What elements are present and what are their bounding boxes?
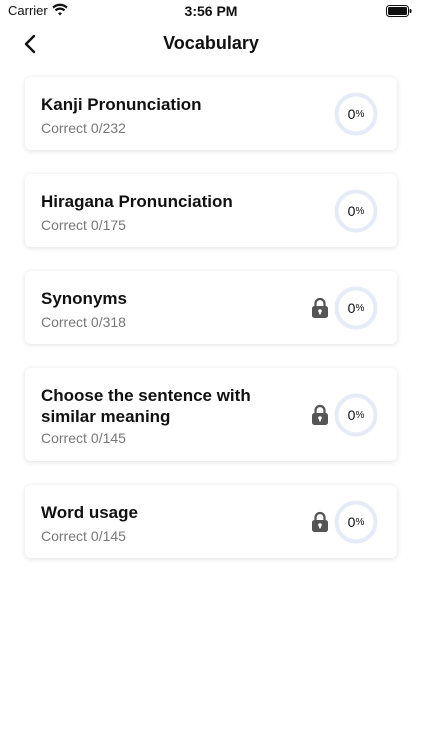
correct-count: Correct 0/145 [41,528,126,544]
battery-icon [386,5,412,17]
progress-ring: 0% [334,189,378,233]
correct-label: Correct [41,217,87,233]
progress-percent: 0% [334,189,378,233]
card-kanji-pronunciation[interactable]: Kanji Pronunciation Correct 0/232 0% [25,77,397,150]
correct-label: Correct [41,430,87,446]
correct-label: Correct [41,528,87,544]
card-similar-meaning[interactable]: Choose the sentence with similar meaning… [25,368,397,461]
correct-count: Correct 0/145 [41,430,126,446]
progress-ring: 0% [334,393,378,437]
card-title: Word usage [41,503,138,522]
card-synonyms[interactable]: Synonyms Correct 0/318 0% [25,271,397,344]
status-bar: Carrier 3:56 PM [0,0,422,24]
progress-value: 0 [347,406,356,423]
progress-ring: 0% [334,92,378,136]
card-title: Choose the sentence with similar meaning [41,386,251,426]
correct-count-value: 0/232 [90,120,126,136]
percent-sign: % [355,410,365,421]
progress-ring: 0% [334,500,378,544]
progress-value: 0 [347,105,356,122]
progress-percent: 0% [334,92,378,136]
status-time: 3:56 PM [184,3,238,19]
correct-count-value: 0/145 [90,528,126,544]
card-title: Kanji Pronunciation [41,95,202,114]
correct-count: Correct 0/175 [41,217,126,233]
correct-count-value: 0/145 [90,430,126,446]
percent-sign: % [355,517,365,528]
correct-label: Correct [41,120,87,136]
navigation-bar: Vocabulary [0,24,422,64]
card-word-usage[interactable]: Word usage Correct 0/145 0% [25,485,397,558]
page-title: Vocabulary [163,33,259,53]
correct-count: Correct 0/232 [41,120,126,136]
progress-value: 0 [347,202,356,219]
progress-percent: 0% [334,393,378,437]
percent-sign: % [355,303,365,314]
correct-count-value: 0/175 [90,217,126,233]
lock-icon [312,404,328,425]
correct-label: Correct [41,314,87,330]
progress-value: 0 [347,513,356,530]
card-hiragana-pronunciation[interactable]: Hiragana Pronunciation Correct 0/175 0% [25,174,397,247]
lock-icon [312,511,328,532]
percent-sign: % [355,206,365,217]
progress-value: 0 [347,299,356,316]
correct-count-value: 0/318 [90,314,126,330]
lock-icon [312,297,328,318]
percent-sign: % [355,109,365,120]
card-title: Synonyms [41,289,127,308]
progress-percent: 0% [334,286,378,330]
card-title: Hiragana Pronunciation [41,192,233,211]
correct-count: Correct 0/318 [41,314,126,330]
progress-percent: 0% [334,500,378,544]
progress-ring: 0% [334,286,378,330]
